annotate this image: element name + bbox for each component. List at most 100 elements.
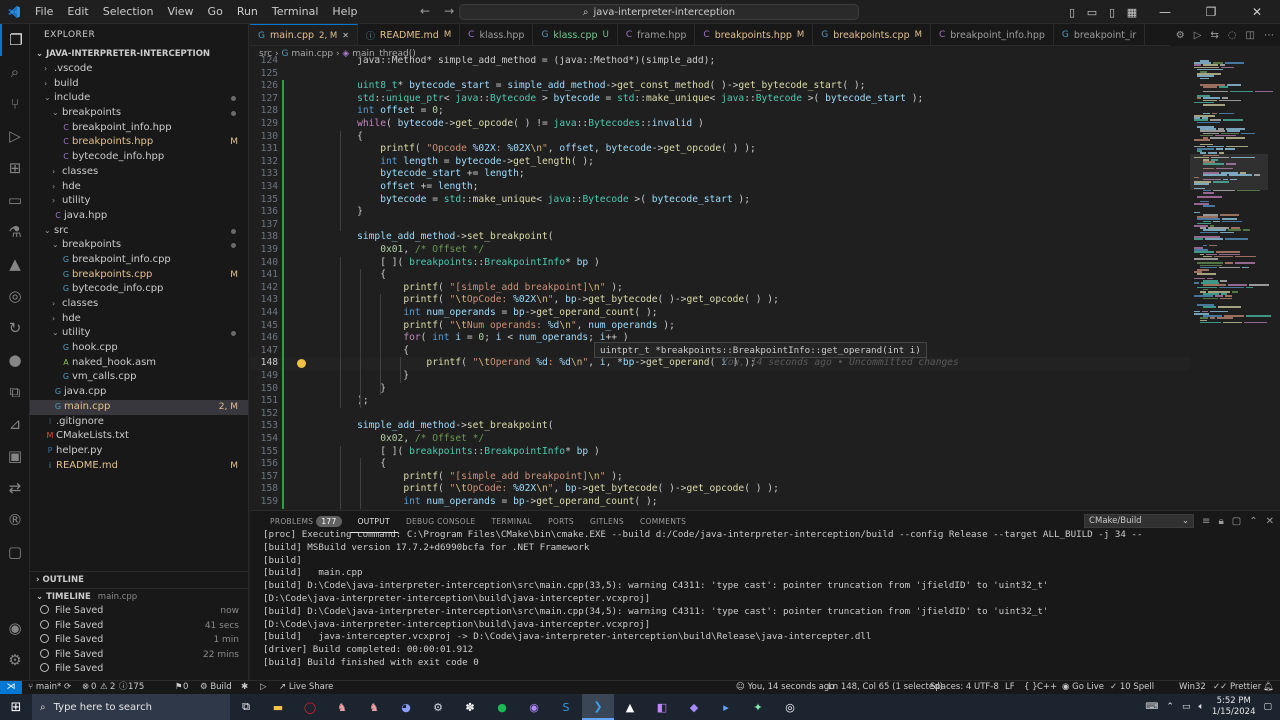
file-item[interactable]: Gbreakpoints.cpp M bbox=[30, 268, 248, 283]
file-item[interactable]: Gvm_calls.cpp bbox=[30, 370, 248, 385]
file-item[interactable]: I .gitignore bbox=[30, 415, 248, 430]
prettier-status[interactable]: ✓✓ Prettier bbox=[1213, 681, 1261, 694]
folder-item[interactable]: › hde bbox=[30, 312, 248, 327]
search-icon[interactable]: ⌕ bbox=[0, 56, 30, 88]
file-item[interactable]: Cbytecode_info.hpp bbox=[30, 150, 248, 165]
tab-main-cpp[interactable]: Gmain.cpp 2, M ✕ bbox=[250, 24, 358, 45]
tab-breakpoint-ir[interactable]: Gbreakpoint_ir bbox=[1054, 24, 1146, 45]
github-icon[interactable]: ● bbox=[0, 344, 30, 376]
testing-icon[interactable]: ⚗ bbox=[0, 216, 30, 248]
opera-icon[interactable]: ◯ bbox=[294, 694, 326, 720]
folder-item[interactable]: ⌄ src bbox=[30, 224, 248, 239]
git-icon[interactable]: ◌ bbox=[1228, 30, 1237, 41]
menu-item-selection[interactable]: Selection bbox=[96, 5, 161, 18]
remote-indicator-icon[interactable]: ⋊ bbox=[0, 681, 22, 695]
more-actions-icon[interactable]: ⋯ bbox=[1264, 30, 1274, 41]
end-of-line[interactable]: LF bbox=[1005, 681, 1015, 694]
compare-icon[interactable]: ⇆ bbox=[1210, 30, 1218, 41]
info-count[interactable]: 175 bbox=[128, 681, 144, 694]
tab-breakpoints-cpp[interactable]: Gbreakpoints.cpp M bbox=[813, 24, 931, 45]
branch-indicator[interactable]: ⑂ main* bbox=[28, 681, 61, 694]
debug-icon[interactable]: ✱ bbox=[241, 681, 248, 694]
folder-item[interactable]: ⌄ utility bbox=[30, 326, 248, 341]
app-icon[interactable]: ♞ bbox=[326, 694, 358, 720]
minimap[interactable] bbox=[1190, 56, 1280, 510]
indentation[interactable]: Spaces: 4 bbox=[930, 681, 971, 694]
restore-icon[interactable]: ❐ bbox=[1188, 5, 1234, 19]
timeline-item[interactable]: File Saved 41 secs bbox=[30, 619, 249, 634]
timeline-item[interactable]: File Saved now bbox=[30, 604, 249, 619]
back-arrow-icon[interactable]: ← bbox=[420, 4, 430, 18]
cursor-position[interactable]: Ln 148, Col 65 (1 selected) bbox=[828, 681, 943, 694]
tab-readme-md[interactable]: ⓘ README.md M bbox=[358, 24, 461, 45]
app-icon[interactable]: ✦ bbox=[742, 694, 774, 720]
visual-studio-icon[interactable]: ◧ bbox=[646, 694, 678, 720]
toggle-sidebar-icon[interactable]: ▯ bbox=[1062, 6, 1082, 19]
file-item[interactable]: M CMakeLists.txt bbox=[30, 429, 248, 444]
task-view-icon[interactable]: ⧉ bbox=[230, 694, 262, 720]
ports-count[interactable]: 0 bbox=[183, 681, 188, 694]
menu-item-go[interactable]: Go bbox=[201, 5, 230, 18]
folder-item[interactable]: › classes bbox=[30, 297, 248, 312]
tab-breakpoint-info-hpp[interactable]: Cbreakpoint_info.hpp bbox=[931, 24, 1054, 45]
timeline-section[interactable]: ⌄ TIMELINE main.cpp bbox=[30, 588, 249, 604]
timeline-item[interactable]: File Saved bbox=[30, 662, 249, 677]
file-item[interactable]: Gbytecode_info.cpp bbox=[30, 282, 248, 297]
folder-item[interactable]: › utility bbox=[30, 194, 248, 209]
folder-item[interactable]: ⌄ breakpoints bbox=[30, 106, 248, 121]
discord-icon[interactable]: ◕ bbox=[390, 694, 422, 720]
menu-item-view[interactable]: View bbox=[160, 5, 200, 18]
close-tab-icon[interactable]: ✕ bbox=[342, 31, 349, 40]
steam-icon[interactable]: ⚙ bbox=[422, 694, 454, 720]
tab-klass-cpp[interactable]: Gklass.cpp U bbox=[533, 24, 618, 45]
notification-center-icon[interactable]: ▢ bbox=[1263, 702, 1272, 712]
tab-breakpoints-hpp[interactable]: Cbreakpoints.hpp M bbox=[695, 24, 814, 45]
toggle-panel-icon[interactable]: ▭ bbox=[1082, 6, 1102, 19]
file-item[interactable]: Gbreakpoint_info.cpp bbox=[30, 253, 248, 268]
menu-item-file[interactable]: File bbox=[28, 5, 60, 18]
folder-item[interactable]: › classes bbox=[30, 165, 248, 180]
explorer-icon[interactable]: ❐ bbox=[0, 24, 30, 56]
slack-icon[interactable]: ✽ bbox=[454, 694, 486, 720]
output-channel-select[interactable]: CMake/Build ⌄ bbox=[1084, 514, 1195, 528]
file-item[interactable]: Anaked_hook.asm bbox=[30, 356, 248, 371]
run-icon[interactable]: ▷ bbox=[260, 681, 267, 694]
blame-status[interactable]: ☺ You, 14 seconds ago bbox=[736, 681, 834, 694]
cmake-taskbar-icon[interactable]: ▲ bbox=[614, 694, 646, 720]
file-item[interactable]: Phelper.py bbox=[30, 444, 248, 459]
split-editor-icon[interactable]: ◫ bbox=[1246, 30, 1255, 41]
forward-arrow-icon[interactable]: → bbox=[444, 4, 454, 18]
timeline-icon[interactable]: ⊿ bbox=[0, 408, 30, 440]
language-mode[interactable]: C++ bbox=[1037, 681, 1057, 694]
chevron-up-icon[interactable]: ⌃ bbox=[1166, 702, 1174, 712]
minimize-icon[interactable]: — bbox=[1142, 5, 1188, 19]
sync-icon[interactable]: ⟳ bbox=[64, 681, 71, 694]
windows-start-icon[interactable]: ⊞ bbox=[0, 700, 32, 715]
folder-item[interactable]: › hde bbox=[30, 180, 248, 195]
workspace-root[interactable]: ⌄ JAVA-INTERPRETER-INTERCEPTION bbox=[30, 46, 248, 62]
encoding[interactable]: UTF-8 bbox=[974, 681, 999, 694]
file-item[interactable]: Cbreakpoint_info.hpp bbox=[30, 121, 248, 136]
file-item[interactable]: Cbreakpoints.hpp M bbox=[30, 135, 248, 150]
containers-icon[interactable]: ⧉ bbox=[0, 376, 30, 408]
outline-section[interactable]: › OUTLINE bbox=[30, 572, 249, 588]
taskbar-search[interactable]: ⌕ Type here to search bbox=[32, 694, 230, 720]
terminal-taskbar-icon[interactable]: ▸ bbox=[710, 694, 742, 720]
settings-gear-icon[interactable]: ⚙ bbox=[1176, 30, 1185, 41]
file-item[interactable]: Gjava.cpp bbox=[30, 385, 248, 400]
source-control-icon[interactable]: ⑂ bbox=[0, 88, 30, 120]
clock[interactable]: 5:52 PM 1/15/2024 bbox=[1212, 696, 1256, 718]
folder-item[interactable]: › build bbox=[30, 77, 248, 92]
menu-item-run[interactable]: Run bbox=[230, 5, 265, 18]
timeline-item[interactable]: File Saved 22 mins bbox=[30, 648, 249, 663]
clear-output-icon[interactable]: ▢ bbox=[1232, 516, 1241, 527]
remote-icon[interactable]: ® bbox=[0, 504, 30, 536]
lock-icon[interactable]: 🔒︎ bbox=[1218, 516, 1223, 527]
menu-item-edit[interactable]: Edit bbox=[60, 5, 95, 18]
app-icon[interactable]: ♞ bbox=[358, 694, 390, 720]
run-debug-icon[interactable]: ▷ bbox=[0, 120, 30, 152]
volume-icon[interactable]: 🔈︎ bbox=[1198, 702, 1203, 712]
code-editor[interactable]: 124 java::Method* simple_add_method = (j… bbox=[250, 56, 1190, 510]
menu-item-terminal[interactable]: Terminal bbox=[265, 5, 326, 18]
github-desktop-icon[interactable]: ◉ bbox=[518, 694, 550, 720]
